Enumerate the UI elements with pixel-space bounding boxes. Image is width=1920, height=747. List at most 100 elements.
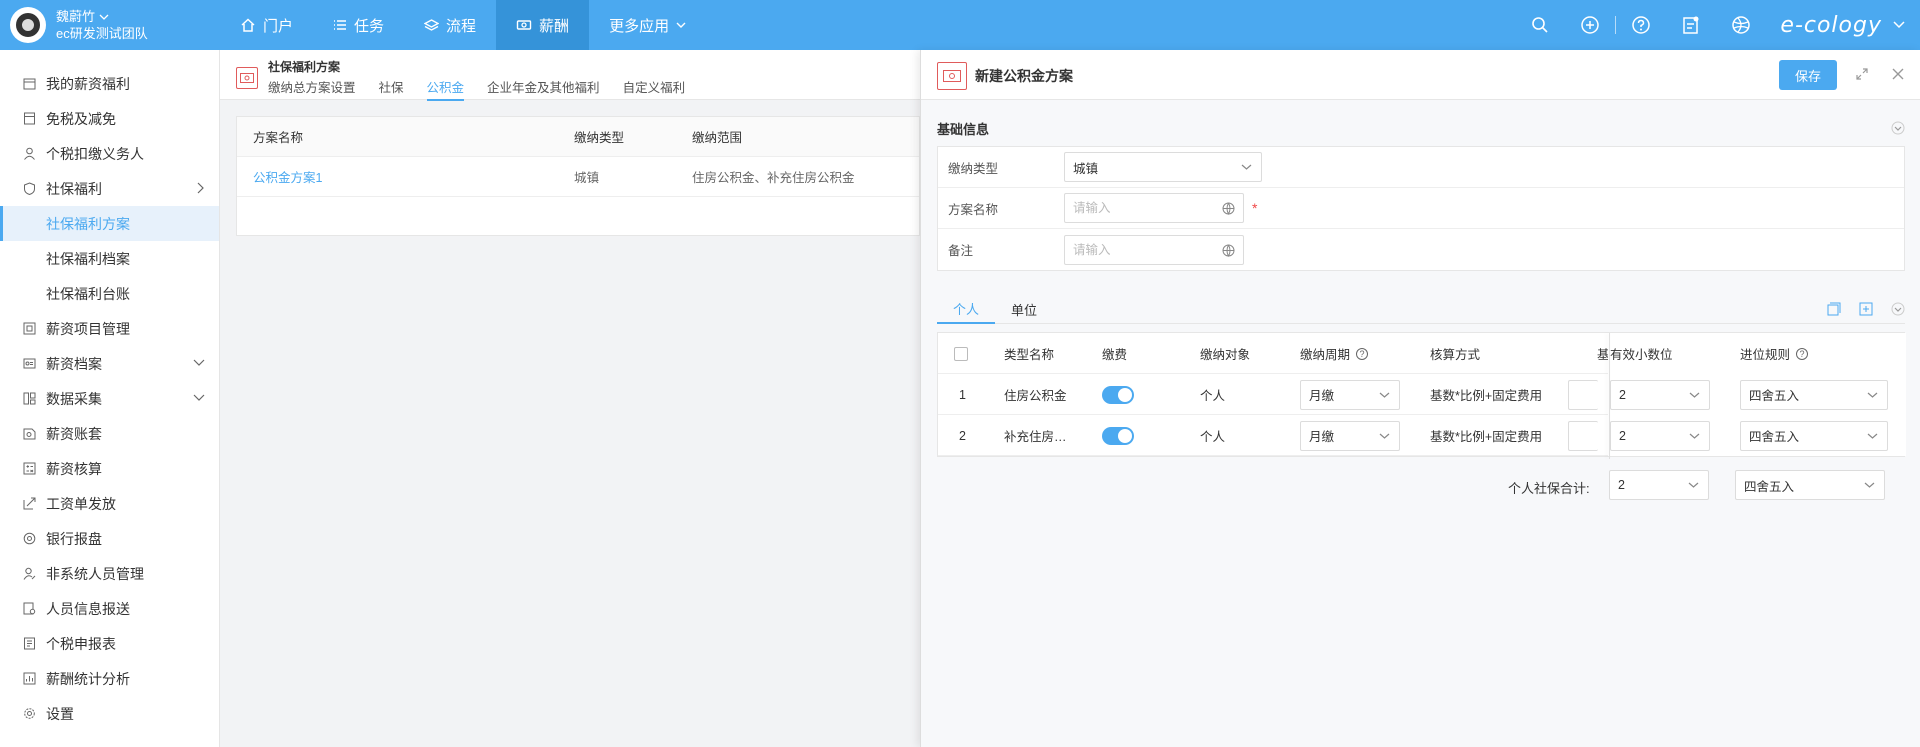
- collapse-icon[interactable]: [1891, 121, 1905, 135]
- decimals-select[interactable]: 2: [1610, 379, 1710, 410]
- shield-icon: [22, 182, 36, 196]
- payment-toggle[interactable]: [1102, 426, 1134, 445]
- column-header[interactable]: 缴纳范围: [692, 127, 919, 146]
- main-nav: 门户 任务 流程 薪酬 更多应用: [220, 0, 707, 50]
- nav-salary[interactable]: 薪酬: [496, 0, 590, 50]
- cycle-select[interactable]: 月缴: [1300, 379, 1400, 410]
- nav-workflow[interactable]: 流程: [404, 0, 496, 50]
- remark-field[interactable]: [1064, 234, 1244, 265]
- payment-toggle[interactable]: [1102, 385, 1134, 404]
- tab-total-plan[interactable]: 缴纳总方案设置: [268, 77, 356, 101]
- sidebar-item-salary-set[interactable]: 薪资账套: [0, 416, 219, 451]
- calc-icon: [22, 462, 36, 476]
- nav-portal[interactable]: 门户: [220, 0, 313, 50]
- archive-icon: [22, 357, 36, 371]
- sidebar-item-social-welfare[interactable]: 社保福利: [0, 171, 219, 206]
- rounding-select[interactable]: 四舍五入: [1740, 379, 1888, 410]
- sidebar-item-info-report[interactable]: 人员信息报送: [0, 591, 219, 626]
- help-icon[interactable]: ?: [1356, 347, 1369, 360]
- select-all-checkbox[interactable]: [954, 346, 968, 361]
- decimals-select[interactable]: 2: [1610, 420, 1710, 451]
- chevron-down-icon: [1689, 392, 1700, 398]
- plan-name-input[interactable]: [1073, 201, 1213, 215]
- sidebar-item-welfare-ledger[interactable]: 社保福利台账: [0, 276, 219, 311]
- chevron-down-icon: [1864, 482, 1875, 488]
- calc-method: 基数*比例+固定费用: [1430, 430, 1543, 444]
- sidebar-item-tax-exempt[interactable]: 免税及减免: [0, 101, 219, 136]
- sidebar-item-salary-items[interactable]: 薪资项目管理: [0, 311, 219, 346]
- nav-tasks[interactable]: 任务: [313, 0, 404, 50]
- sidebar-item-tax-return[interactable]: 个税申报表: [0, 626, 219, 661]
- chevron-down-icon: [193, 359, 205, 366]
- sidebar-item-welfare-plan[interactable]: 社保福利方案: [0, 206, 219, 241]
- globe-icon: [1732, 16, 1751, 34]
- globe-button[interactable]: [1716, 0, 1766, 50]
- summary-decimals-select[interactable]: 2: [1609, 470, 1709, 500]
- plan-name-field[interactable]: [1064, 193, 1244, 223]
- rounding-select[interactable]: 四舍五入: [1740, 420, 1888, 451]
- panel-header: 社保福利方案 缴纳总方案设置 社保 公积金 企业年金及其他福利 自定义福利: [220, 50, 920, 101]
- sidebar-item-salary-archive[interactable]: 薪资档案: [0, 346, 219, 381]
- plan-name-link[interactable]: 公积金方案1: [253, 171, 322, 185]
- pay-type-select[interactable]: 城镇: [1064, 152, 1262, 182]
- tab-social-insurance[interactable]: 社保: [379, 77, 404, 101]
- summary-label: 个人社保合计:: [1508, 481, 1590, 496]
- sidebar-item-non-system-staff[interactable]: 非系统人员管理: [0, 556, 219, 591]
- avatar[interactable]: [10, 7, 46, 43]
- sidebar-item-payslip[interactable]: 工资单发放: [0, 486, 219, 521]
- sidebar-item-settings[interactable]: 设置: [0, 696, 219, 731]
- tab-personal[interactable]: 个人: [937, 294, 996, 324]
- sidebar-item-bank[interactable]: 银行报盘: [0, 521, 219, 556]
- expand-icon[interactable]: [1855, 67, 1869, 81]
- user-profile[interactable]: 魏蔚竹 ec研发测试团队: [0, 0, 220, 50]
- fixed-column-divider: [1609, 333, 1610, 459]
- globe-icon[interactable]: [1222, 244, 1235, 257]
- help-icon[interactable]: ?: [1796, 347, 1809, 360]
- add-row-icon[interactable]: [1859, 302, 1873, 316]
- base-input[interactable]: [1568, 420, 1598, 451]
- close-icon[interactable]: [1891, 67, 1905, 81]
- chevron-down-icon[interactable]: [1892, 20, 1906, 30]
- globe-icon[interactable]: [1222, 202, 1235, 215]
- summary-rounding-select[interactable]: 四舍五入: [1735, 470, 1885, 500]
- tab-custom-welfare[interactable]: 自定义福利: [623, 77, 686, 101]
- add-button[interactable]: [1565, 0, 1615, 50]
- copy-row-icon[interactable]: [1827, 302, 1841, 316]
- note-icon: [1683, 16, 1699, 34]
- user-name[interactable]: 魏蔚竹: [56, 9, 95, 24]
- brand-logo: e-cology: [1780, 12, 1882, 38]
- sidebar-item-salary-calc[interactable]: 薪资核算: [0, 451, 219, 486]
- fund-items-table: 类型名称 缴费 缴纳对象 缴纳周期? 核算方式 基 有效小数位 进位规则? 1 …: [937, 332, 1906, 459]
- sidebar-item-data-collection[interactable]: 数据采集: [0, 381, 219, 416]
- notes-button[interactable]: [1666, 0, 1716, 50]
- sidebar-item-withholding-agent[interactable]: 个税扣缴义务人: [0, 136, 219, 171]
- sidebar-item-my-salary[interactable]: 我的薪资福利: [0, 66, 219, 101]
- help-button[interactable]: [1616, 0, 1666, 50]
- remark-input[interactable]: [1073, 242, 1213, 257]
- tab-company[interactable]: 单位: [995, 294, 1053, 324]
- form-row: 备注: [938, 229, 1904, 270]
- sidebar-item-statistics[interactable]: 薪酬统计分析: [0, 661, 219, 696]
- save-button[interactable]: 保存: [1779, 60, 1837, 90]
- table-row[interactable]: 公积金方案1 城镇 住房公积金、补充住房公积金: [237, 157, 919, 197]
- tab-housing-fund[interactable]: 公积金: [426, 77, 465, 101]
- column-header[interactable]: 方案名称: [237, 127, 562, 146]
- chevron-down-icon: [1689, 433, 1700, 439]
- chevron-down-icon[interactable]: [99, 13, 109, 21]
- search-button[interactable]: [1515, 0, 1565, 50]
- table-row: 2 补充住房… 个人 月缴 基数*比例+固定费用 2 四舍五入: [938, 415, 1906, 456]
- chevron-down-icon: [1379, 433, 1390, 439]
- base-input[interactable]: [1568, 379, 1598, 410]
- sidebar-item-welfare-archive[interactable]: 社保福利档案: [0, 241, 219, 276]
- column-header[interactable]: 缴纳类型: [562, 127, 692, 146]
- table-header: 方案名称 缴纳类型 缴纳范围: [237, 117, 919, 157]
- nav-more-apps[interactable]: 更多应用: [589, 0, 707, 50]
- form-row: 方案名称 *: [938, 188, 1904, 229]
- cycle-select[interactable]: 月缴: [1300, 420, 1400, 451]
- table-cell: 住房公积金、补充住房公积金: [692, 171, 855, 185]
- column-header: 缴费: [1102, 348, 1128, 362]
- collapse-icon[interactable]: [1891, 302, 1905, 316]
- plan-table: 方案名称 缴纳类型 缴纳范围 公积金方案1 城镇 住房公积金、补充住房公积金: [236, 116, 920, 236]
- tab-annuity[interactable]: 企业年金及其他福利: [487, 77, 600, 101]
- chevron-down-icon: [1241, 164, 1252, 170]
